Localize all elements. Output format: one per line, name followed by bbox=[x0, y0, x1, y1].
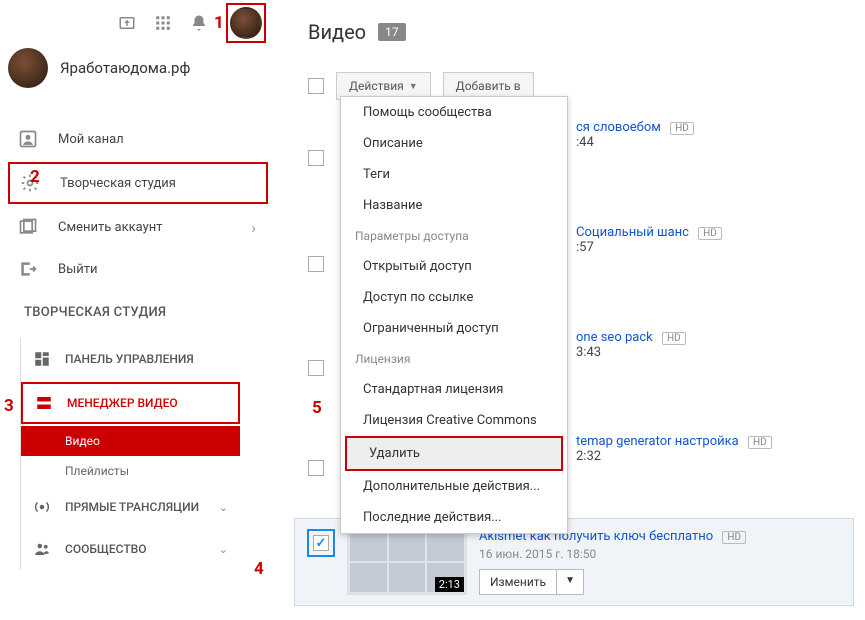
hd-badge: HD bbox=[670, 122, 694, 135]
annotation-1: 1 bbox=[214, 13, 224, 33]
video-duration: 2:32 bbox=[576, 449, 772, 464]
video-title[interactable]: Социальный шанс bbox=[576, 225, 689, 240]
video-date: 16 июн. 2015 г. 18:50 bbox=[479, 547, 841, 561]
dd-link-access[interactable]: Доступ по ссылке bbox=[341, 282, 567, 313]
chevron-down-icon: ⌄ bbox=[219, 501, 228, 514]
dd-recent-actions[interactable]: Последние действия... bbox=[341, 502, 567, 533]
row-checkbox[interactable] bbox=[313, 535, 329, 551]
dashboard-icon bbox=[33, 350, 51, 368]
hd-badge: HD bbox=[662, 332, 686, 345]
profile-name: Яработаюдома.рф bbox=[60, 59, 190, 77]
broadcast-icon bbox=[33, 498, 51, 516]
dd-more-actions[interactable]: Дополнительные действия... bbox=[341, 471, 567, 502]
chevron-right-icon: › bbox=[251, 218, 256, 237]
dd-tags[interactable]: Теги bbox=[341, 159, 567, 190]
video-duration: 3:43 bbox=[576, 345, 686, 360]
hd-badge: HD bbox=[748, 436, 772, 449]
video-manager-icon bbox=[35, 394, 53, 412]
snav-dashboard[interactable]: ПАНЕЛЬ УПРАВЛЕНИЯ bbox=[21, 338, 240, 380]
snav-label: ПРЯМЫЕ ТРАНСЛЯЦИИ bbox=[65, 500, 199, 514]
annotation-2: 2 bbox=[30, 167, 40, 187]
dd-section-access: Параметры доступа bbox=[341, 221, 567, 251]
select-all-checkbox[interactable] bbox=[308, 78, 324, 94]
video-duration: :57 bbox=[576, 240, 722, 255]
avatar[interactable] bbox=[230, 7, 262, 39]
dd-help[interactable]: Помощь сообщества bbox=[341, 97, 567, 128]
row-checkbox[interactable] bbox=[308, 360, 324, 376]
nav-label: Сменить аккаунт bbox=[58, 220, 163, 235]
dd-open-access[interactable]: Открытый доступ bbox=[341, 251, 567, 282]
video-count-badge: 17 bbox=[378, 23, 406, 41]
chevron-down-icon: ⌄ bbox=[219, 543, 228, 556]
row-checkbox[interactable] bbox=[308, 150, 324, 166]
dd-restricted[interactable]: Ограниченный доступ bbox=[341, 313, 567, 344]
apps-icon[interactable] bbox=[154, 14, 172, 32]
annotation-3: 3 bbox=[4, 396, 14, 416]
nav-label: Выйти bbox=[58, 262, 97, 277]
sub-playlists[interactable]: Плейлисты bbox=[21, 456, 240, 486]
person-icon bbox=[18, 129, 38, 149]
dd-delete[interactable]: Удалить bbox=[345, 436, 563, 471]
hd-badge: HD bbox=[722, 531, 746, 544]
exit-icon bbox=[18, 259, 38, 279]
snav-label: МЕНЕДЖЕР ВИДЕО bbox=[67, 396, 178, 410]
row-checkbox[interactable] bbox=[308, 256, 324, 272]
nav-label: Мой канал bbox=[58, 132, 124, 147]
nav-label: Творческая студия bbox=[60, 176, 176, 191]
snav-label: ПАНЕЛЬ УПРАВЛЕНИЯ bbox=[65, 352, 194, 366]
dd-section-license: Лицензия bbox=[341, 344, 567, 374]
dd-name[interactable]: Название bbox=[341, 190, 567, 221]
profile-avatar[interactable] bbox=[8, 48, 48, 88]
video-duration: :44 bbox=[576, 135, 694, 150]
nav-switch-account[interactable]: Сменить аккаунт › bbox=[8, 206, 268, 248]
snav-live[interactable]: ПРЯМЫЕ ТРАНСЛЯЦИИ ⌄ bbox=[21, 486, 240, 528]
nav-exit[interactable]: Выйти bbox=[8, 248, 268, 290]
edit-button[interactable]: Изменить▼ bbox=[479, 569, 584, 595]
video-title[interactable]: temap generator настройка bbox=[576, 434, 739, 449]
community-icon bbox=[33, 540, 51, 558]
page-title: Видео bbox=[308, 20, 366, 44]
row-checkbox[interactable] bbox=[308, 460, 324, 476]
dd-cc-license[interactable]: Лицензия Creative Commons bbox=[341, 405, 567, 436]
annotation-4: 4 bbox=[254, 559, 264, 579]
video-thumbnail[interactable]: 2:13 bbox=[347, 529, 467, 595]
dd-description[interactable]: Описание bbox=[341, 128, 567, 159]
video-title[interactable]: ся словоебом bbox=[576, 120, 661, 135]
nav-my-channel[interactable]: Мой канал bbox=[8, 118, 268, 160]
nav-studio[interactable]: Творческая студия bbox=[8, 162, 268, 204]
row-checkbox-wrap bbox=[307, 529, 335, 557]
thumb-duration: 2:13 bbox=[435, 577, 464, 592]
bell-icon[interactable] bbox=[190, 14, 208, 32]
video-title[interactable]: one seo pack bbox=[576, 330, 653, 345]
hd-badge: HD bbox=[698, 227, 722, 240]
accounts-icon bbox=[18, 217, 38, 237]
profile-row: Яработаюдома.рф bbox=[8, 48, 190, 88]
snav-community[interactable]: СООБЩЕСТВО ⌄ bbox=[21, 528, 240, 570]
annotation-5: 5 bbox=[312, 398, 322, 418]
caret-down-icon: ▼ bbox=[557, 569, 584, 595]
studio-title: ТВОРЧЕСКАЯ СТУДИЯ bbox=[24, 305, 166, 320]
caret-down-icon: ▼ bbox=[409, 81, 418, 92]
actions-dropdown: Помощь сообщества Описание Теги Название… bbox=[340, 96, 568, 534]
sub-videos[interactable]: Видео bbox=[21, 426, 240, 456]
snav-video-manager[interactable]: МЕНЕДЖЕР ВИДЕО bbox=[21, 382, 240, 424]
upload-icon[interactable] bbox=[118, 14, 136, 32]
snav-label: СООБЩЕСТВО bbox=[65, 542, 146, 556]
dd-std-license[interactable]: Стандартная лицензия bbox=[341, 374, 567, 405]
